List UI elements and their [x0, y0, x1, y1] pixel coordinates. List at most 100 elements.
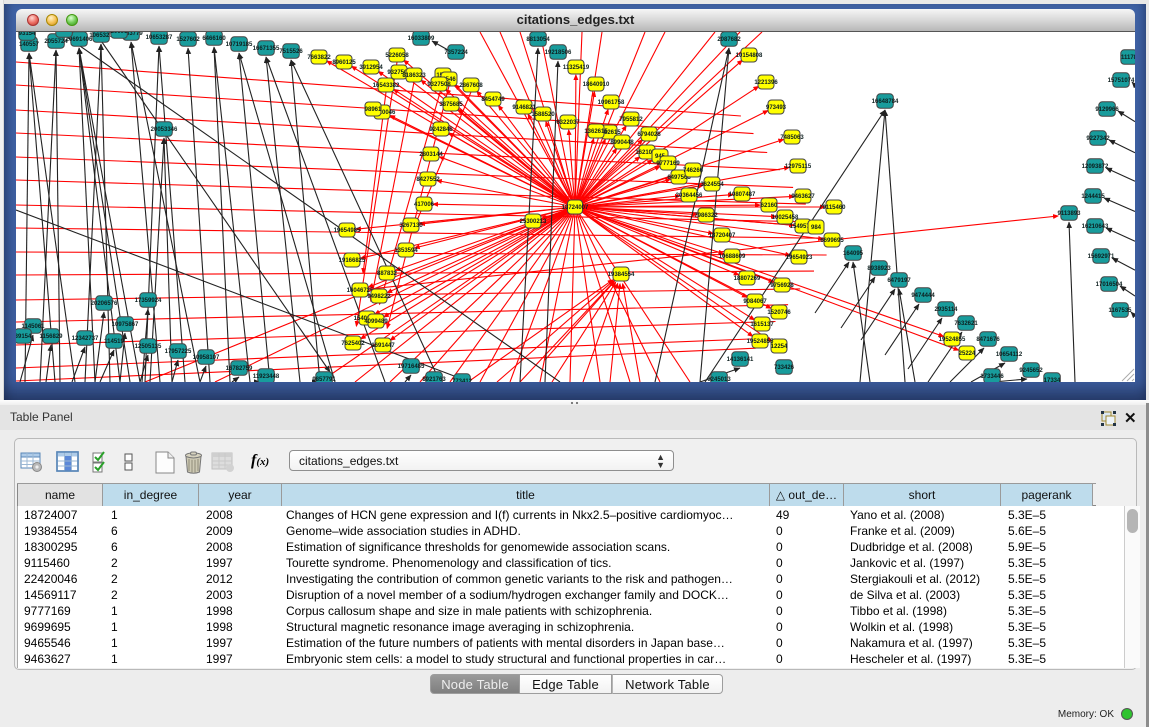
svg-text:7357224: 7357224: [444, 50, 468, 56]
svg-text:2803144: 2803144: [419, 152, 443, 158]
svg-text:887832: 887832: [377, 271, 398, 277]
svg-text:10654112: 10654112: [996, 352, 1023, 358]
svg-text:6322037: 6322037: [556, 120, 580, 126]
svg-text:18640910: 18640910: [583, 82, 610, 88]
svg-text:17957225: 17957225: [165, 349, 192, 355]
svg-text:10653287: 10653287: [146, 35, 173, 41]
svg-text:20364456: 20364456: [676, 193, 703, 199]
svg-text:14136141: 14136141: [727, 357, 754, 363]
svg-text:9327508: 9327508: [427, 82, 451, 88]
svg-text:62160: 62160: [761, 203, 778, 209]
svg-text:20206576: 20206576: [91, 301, 118, 307]
svg-text:17016504: 17016504: [1096, 282, 1123, 288]
svg-text:10975867: 10975867: [112, 322, 139, 328]
svg-text:10719185: 10719185: [226, 42, 253, 48]
svg-text:17334: 17334: [1044, 378, 1061, 382]
svg-text:9756928: 9756928: [770, 283, 794, 289]
svg-text:1221396: 1221396: [754, 80, 778, 86]
svg-text:9245652: 9245652: [1019, 368, 1043, 374]
svg-text:19166825: 19166825: [339, 258, 366, 264]
svg-text:11325419: 11325419: [563, 65, 590, 71]
svg-text:18720407: 18720407: [709, 233, 736, 239]
svg-text:1362615: 1362615: [584, 129, 608, 135]
svg-text:20091: 20091: [111, 32, 128, 35]
svg-text:16210643: 16210643: [1082, 224, 1109, 230]
svg-text:8427552: 8427552: [416, 177, 440, 183]
svg-text:19524855: 19524855: [939, 337, 966, 343]
svg-text:8938923: 8938923: [867, 266, 891, 272]
svg-text:19654923: 19654923: [786, 255, 813, 261]
svg-text:20053346: 20053346: [151, 127, 178, 133]
svg-text:2087682: 2087682: [717, 37, 741, 43]
svg-text:9777169: 9777169: [656, 161, 680, 167]
svg-text:7955812: 7955812: [619, 117, 643, 123]
svg-text:6466160: 6466160: [202, 36, 226, 42]
svg-text:17359924: 17359924: [135, 298, 162, 304]
svg-text:11178: 11178: [1121, 55, 1135, 61]
svg-text:9084067: 9084067: [743, 299, 767, 305]
svg-text:15751074: 15751074: [1108, 78, 1135, 84]
svg-text:8990448: 8990448: [610, 140, 634, 146]
svg-text:7625402: 7625402: [341, 341, 365, 347]
svg-text:1733446: 1733446: [980, 374, 1004, 380]
svg-text:3912954: 3912954: [359, 65, 383, 71]
svg-text:18724007: 18724007: [562, 205, 589, 211]
svg-text:2867608: 2867608: [459, 83, 483, 89]
svg-text:8921763: 8921763: [422, 377, 446, 382]
svg-text:417006: 417006: [414, 202, 435, 208]
svg-text:1156829: 1156829: [39, 334, 63, 340]
svg-text:4099489: 4099489: [364, 319, 388, 325]
svg-text:7515526: 7515526: [279, 49, 303, 55]
svg-text:11923448: 11923448: [253, 374, 280, 380]
svg-text:98961: 98961: [365, 107, 382, 113]
svg-text:9115460: 9115460: [822, 205, 846, 211]
svg-text:6699695: 6699695: [820, 238, 844, 244]
svg-text:16671355: 16671355: [253, 46, 280, 52]
svg-text:7986322: 7986322: [694, 213, 718, 219]
svg-text:16782759: 16782759: [226, 366, 253, 372]
svg-text:25300213: 25300213: [520, 219, 547, 225]
svg-text:164095: 164095: [843, 251, 864, 257]
svg-text:1353594: 1353594: [394, 248, 418, 254]
svg-text:39154: 39154: [16, 334, 32, 340]
svg-text:9242848: 9242848: [429, 127, 453, 133]
svg-text:16648784: 16648784: [872, 99, 899, 105]
svg-text:1691447: 1691447: [371, 343, 395, 349]
svg-text:7485063: 7485063: [780, 135, 804, 141]
svg-text:8813054: 8813054: [526, 37, 550, 43]
svg-text:3624554: 3624554: [700, 182, 724, 188]
svg-text:1615137: 1615137: [750, 322, 774, 328]
svg-text:25224: 25224: [959, 351, 976, 357]
svg-text:19524855: 19524855: [747, 339, 774, 345]
svg-text:9498222: 9498222: [367, 294, 391, 300]
svg-text:8960125: 8960125: [332, 60, 356, 66]
svg-text:10961758: 10961758: [598, 100, 625, 106]
svg-text:10958107: 10958107: [193, 355, 220, 361]
svg-text:10807487: 10807487: [729, 192, 756, 198]
svg-text:12505135: 12505135: [135, 344, 162, 350]
svg-text:8454749: 8454749: [481, 97, 505, 103]
svg-text:9857791: 9857791: [312, 377, 336, 382]
svg-text:1244415: 1244415: [1081, 194, 1105, 200]
svg-text:10154808: 10154808: [736, 53, 763, 59]
svg-text:12975115: 12975115: [785, 164, 812, 170]
svg-text:1527602: 1527602: [176, 37, 200, 43]
svg-text:733426: 733426: [774, 365, 795, 371]
svg-text:16543382: 16543382: [373, 83, 400, 89]
svg-text:10688609: 10688609: [719, 254, 746, 260]
svg-text:10025458: 10025458: [772, 215, 799, 221]
svg-text:18807269: 18807269: [734, 276, 761, 282]
svg-text:1167535: 1167535: [1108, 308, 1132, 314]
svg-text:746266: 746266: [683, 168, 704, 174]
svg-text:19218506: 19218506: [545, 50, 572, 56]
svg-text:9245013: 9245013: [707, 377, 731, 382]
svg-text:1588520: 1588520: [531, 112, 555, 118]
svg-text:9474444: 9474444: [911, 293, 935, 299]
svg-text:15692971: 15692971: [1088, 254, 1115, 260]
svg-text:773412: 773412: [452, 379, 473, 382]
svg-text:7663822: 7663822: [307, 55, 331, 61]
svg-text:93154: 93154: [19, 32, 36, 37]
svg-text:114519: 114519: [104, 339, 124, 345]
svg-text:973493: 973493: [766, 105, 787, 111]
svg-text:19384554: 19384554: [608, 272, 635, 278]
